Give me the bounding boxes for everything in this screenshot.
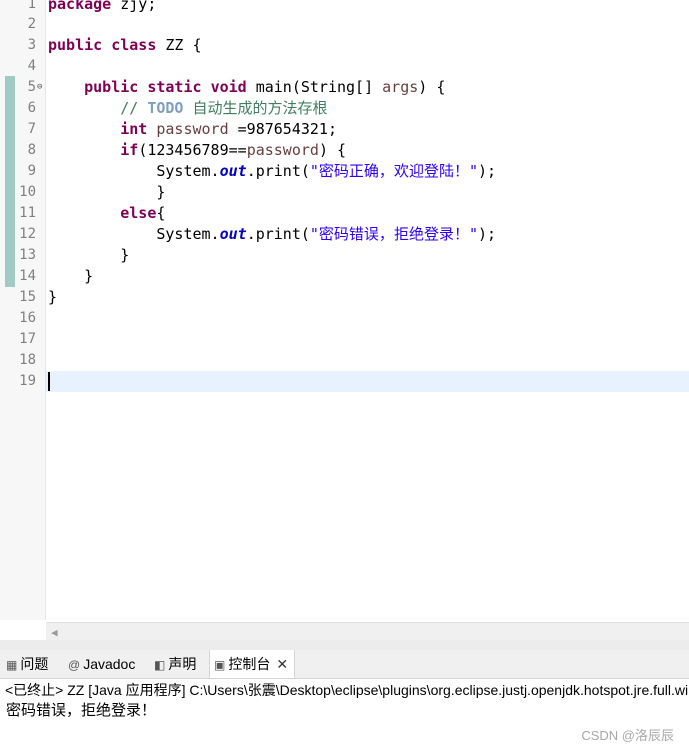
problems-icon: ▦ <box>6 658 18 672</box>
tab-label: 问题 <box>20 656 49 672</box>
code-line: } <box>48 182 165 203</box>
tab-label: 控制台 <box>228 656 271 672</box>
line-number: 9 <box>27 163 36 179</box>
collapse-icon[interactable]: ⊖ <box>37 83 45 92</box>
code-line: package zjy; <box>48 0 156 15</box>
tab-console[interactable]: ▣ 控制台 ✕ <box>209 650 296 678</box>
variable: password <box>147 120 229 138</box>
code-text: ) { <box>418 78 446 96</box>
panel-separator[interactable] <box>0 640 689 650</box>
tab-label: 声明 <box>168 656 197 672</box>
text-caret <box>48 372 50 391</box>
keyword: public <box>48 36 103 54</box>
comment: 自动生成的方法存根 <box>183 99 328 117</box>
keyword: int <box>120 120 148 138</box>
bottom-panel-tabs: ▦ 问题 @ Javadoc ◧ 声明 ▣ 控制台 ✕ <box>0 650 689 679</box>
code-line: if(123456789==password) { <box>48 140 346 161</box>
code-editor[interactable]: 1 2 3 4 5 ⊖ 6 7 8 9 10 11 12 13 14 15 16… <box>0 0 689 641</box>
line-number: 15 <box>19 289 36 305</box>
code-text: main(String[] <box>246 78 383 96</box>
code-text: } <box>84 267 94 285</box>
keyword: class <box>111 36 157 54</box>
line-number: 16 <box>19 310 36 326</box>
line-number: 2 <box>27 16 36 32</box>
code-text: } <box>120 246 130 264</box>
watermark: CSDN @洛辰辰 <box>581 728 674 743</box>
todo-tag: TODO <box>147 99 184 117</box>
code-line: } <box>48 266 93 287</box>
tab-label: Javadoc <box>83 656 136 672</box>
keyword: public <box>84 78 139 96</box>
keyword: else <box>120 204 157 222</box>
code-text: ); <box>477 225 497 243</box>
code-line: System.out.print("密码正确，欢迎登陆！"); <box>48 161 496 182</box>
line-number: 6 <box>27 100 36 116</box>
keyword: static <box>147 78 202 96</box>
code-text: .print( <box>246 162 310 180</box>
keyword: if <box>120 141 139 159</box>
comment: // <box>120 99 148 117</box>
code-line: // TODO 自动生成的方法存根 <box>48 98 328 119</box>
declaration-icon: ◧ <box>154 658 166 672</box>
field: out <box>219 162 247 180</box>
code-line: } <box>48 287 57 308</box>
line-number: 13 <box>19 247 36 263</box>
horizontal-scrollbar[interactable]: ◀ <box>46 622 689 641</box>
code-line: } <box>48 245 129 266</box>
code-text: System. <box>156 225 220 243</box>
line-number: 19 <box>19 373 36 389</box>
line-number: 1 <box>27 0 36 12</box>
line-number: 7 <box>27 121 36 137</box>
line-number: 4 <box>27 58 36 74</box>
code-text: } <box>156 183 166 201</box>
code-text: ) { <box>318 141 347 159</box>
code-line: public class ZZ { <box>48 35 202 56</box>
change-marker-bar <box>5 76 15 287</box>
string-literal: "密码正确，欢迎登陆！" <box>309 162 478 180</box>
code-text: ZZ { <box>156 36 202 54</box>
line-number: 8 <box>27 142 36 158</box>
line-number: 18 <box>19 352 36 368</box>
code-line: else{ <box>48 203 165 224</box>
line-number: 17 <box>19 331 36 347</box>
code-line: public static void main(String[] args) { <box>48 77 445 98</box>
tab-declaration[interactable]: ◧ 声明 <box>154 650 196 678</box>
tab-javadoc[interactable]: @ Javadoc <box>68 650 135 678</box>
line-number: 10 <box>19 184 36 200</box>
javadoc-icon: @ <box>68 658 81 672</box>
string-literal: "密码错误，拒绝登录！" <box>309 225 478 243</box>
keyword: void <box>210 78 247 96</box>
parameter: args <box>382 78 419 96</box>
scroll-left-icon[interactable]: ◀ <box>51 626 58 639</box>
line-number: 5 <box>27 79 36 95</box>
code-line: int password =987654321; <box>48 119 337 140</box>
console-status-line: <已终止> ZZ [Java 应用程序] C:\Users\张震\Desktop… <box>5 682 689 698</box>
line-number: 3 <box>27 37 36 53</box>
code-line: System.out.print("密码错误，拒绝登录！"); <box>48 224 496 245</box>
code-text: =987654321; <box>228 120 337 138</box>
tab-problems[interactable]: ▦ 问题 <box>6 650 48 678</box>
code-text: (123456789== <box>138 141 247 159</box>
line-number: 12 <box>19 226 36 242</box>
variable: password <box>246 141 319 159</box>
console-output: 密码错误，拒绝登录！ <box>6 701 157 719</box>
code-text: } <box>48 288 58 306</box>
code-text: { <box>156 204 166 222</box>
close-icon[interactable]: ✕ <box>276 656 288 672</box>
current-line-highlight <box>46 371 689 392</box>
field: out <box>219 225 247 243</box>
line-number: 11 <box>19 205 36 221</box>
code-text: ); <box>477 162 497 180</box>
code-text: zjy; <box>111 0 157 13</box>
console-icon: ▣ <box>214 658 226 672</box>
keyword: package <box>48 0 112 13</box>
code-text: System. <box>156 162 220 180</box>
code-text: .print( <box>246 225 310 243</box>
line-number: 14 <box>19 268 36 284</box>
